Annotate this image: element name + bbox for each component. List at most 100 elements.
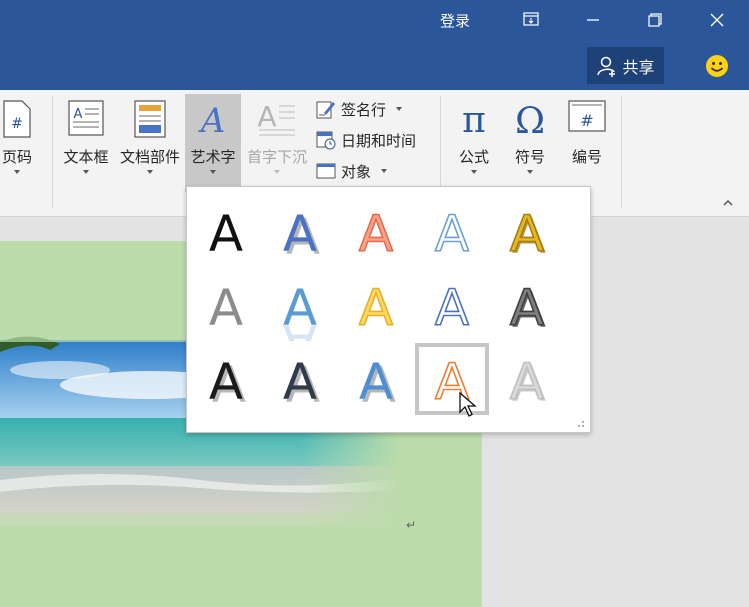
page-number-button[interactable]: # 页码	[0, 94, 40, 186]
close-icon	[710, 13, 724, 27]
svg-text:A: A	[74, 107, 83, 122]
drop-cap-label: 首字下沉	[246, 148, 307, 166]
svg-text:A: A	[209, 205, 243, 263]
wordart-button[interactable]: A 艺术字	[185, 94, 241, 192]
paragraph-mark: ↵	[406, 518, 417, 532]
symbol-label: 符号	[514, 148, 545, 166]
object-button[interactable]: 对象	[316, 159, 388, 183]
svg-text:A: A	[209, 279, 243, 337]
symbol-button[interactable]: Ω 符号	[503, 94, 557, 186]
wordart-letter-icon: AA	[283, 353, 320, 414]
wordart-letter-icon: AA	[359, 353, 396, 414]
number-button[interactable]: # 编号	[560, 94, 614, 186]
restore-icon	[648, 13, 662, 27]
text-box-label: 文本框	[63, 148, 109, 166]
wordart-letter-icon: A	[434, 352, 470, 412]
ribbon-display-options-button[interactable]	[514, 6, 548, 34]
wordart-letter-icon: A	[358, 204, 394, 264]
wordart-style-option[interactable]: AA	[263, 195, 337, 267]
title-bar: 登录 共享	[0, 0, 749, 90]
ribbon-display-icon	[523, 12, 539, 26]
chevron-down-icon	[274, 170, 280, 174]
minimize-icon	[587, 19, 599, 21]
svg-text:A: A	[283, 205, 317, 263]
close-button[interactable]	[700, 6, 734, 34]
wordart-style-option[interactable]: A	[339, 195, 413, 267]
signature-pen-icon	[316, 101, 335, 119]
svg-text:A: A	[510, 353, 544, 411]
restore-button[interactable]	[638, 6, 672, 34]
wordart-letter-icon: AA	[209, 353, 246, 414]
chevron-down-icon	[396, 107, 403, 111]
wordart-style-option[interactable]: A	[415, 269, 489, 341]
object-label: 对象	[341, 162, 372, 181]
quick-parts-button[interactable]: 文档部件	[116, 94, 184, 186]
chevron-down-icon	[527, 170, 533, 174]
add-person-icon	[597, 56, 616, 77]
pi-icon: π	[462, 100, 486, 138]
svg-text:#: #	[11, 116, 23, 132]
wordart-style-option[interactable]: AA	[490, 343, 564, 415]
svg-text:A: A	[257, 100, 276, 133]
wordart-letter-icon: AA	[283, 205, 320, 266]
wordart-icon: A	[198, 101, 226, 138]
share-label: 共享	[622, 57, 655, 77]
text-box-button[interactable]: A 文本框	[58, 94, 114, 186]
collapse-ribbon-icon[interactable]	[722, 198, 734, 208]
wordart-letter-icon: AA	[509, 278, 546, 339]
drop-cap-button[interactable]: A 首字下沉	[243, 94, 311, 186]
wordart-style-option[interactable]: AA	[490, 195, 564, 267]
wordart-style-option[interactable]: A	[415, 195, 489, 267]
smiley-feedback-icon[interactable]	[705, 54, 729, 78]
number-icon: #	[568, 100, 606, 132]
object-icon	[316, 163, 336, 179]
svg-text:A: A	[359, 279, 393, 337]
wordart-style-option[interactable]: A	[189, 195, 263, 267]
wordart-gallery: AAAAAAAAAAAAAAAAAAAAAAA	[186, 186, 591, 433]
wordart-letter-icon: A	[434, 278, 470, 338]
wordart-letter-icon: AA	[509, 204, 546, 265]
mouse-cursor-icon	[459, 392, 477, 417]
omega-icon: Ω	[515, 101, 545, 138]
chevron-down-icon	[210, 170, 216, 174]
svg-text:A: A	[198, 101, 226, 138]
svg-text:A: A	[283, 353, 317, 411]
resize-grip-icon[interactable]	[577, 420, 585, 428]
svg-text:A: A	[359, 205, 393, 263]
wordart-letter-icon: AA	[509, 352, 546, 413]
chevron-down-icon	[147, 170, 153, 174]
wordart-style-option[interactable]: AA	[263, 343, 337, 415]
svg-text:A: A	[435, 205, 469, 263]
minimize-button[interactable]	[576, 6, 610, 34]
chevron-down-icon	[83, 170, 89, 174]
wordart-style-option[interactable]: A	[189, 269, 263, 341]
wordart-letter-icon: A	[434, 204, 470, 264]
share-button[interactable]: 共享	[587, 47, 664, 84]
wordart-style-option[interactable]: A	[339, 269, 413, 341]
signature-line-button[interactable]: 签名行	[316, 97, 403, 121]
quick-parts-label: 文档部件	[119, 148, 180, 166]
date-time-button[interactable]: 日期和时间	[316, 128, 416, 152]
wordart-style-option[interactable]: A	[415, 343, 489, 415]
number-label: 编号	[571, 148, 602, 166]
wordart-style-option[interactable]: AA	[339, 343, 413, 415]
equation-label: 公式	[458, 148, 489, 166]
page-number-icon: #	[3, 100, 31, 138]
wordart-style-option[interactable]: AA	[189, 343, 263, 415]
wordart-label: 艺术字	[190, 148, 236, 166]
wordart-style-option[interactable]: AA	[263, 269, 337, 341]
login-link[interactable]: 登录	[440, 10, 470, 31]
wordart-style-option[interactable]: AA	[490, 269, 564, 341]
calendar-clock-icon	[316, 131, 336, 150]
svg-text:Ω: Ω	[515, 101, 545, 138]
wordart-letter-icon: A	[358, 278, 394, 338]
svg-text:A: A	[283, 279, 317, 337]
wordart-letter-icon: A	[209, 205, 243, 263]
chevron-down-icon	[381, 169, 388, 173]
chevron-down-icon	[471, 170, 477, 174]
equation-button[interactable]: π 公式	[447, 94, 501, 186]
svg-text:A: A	[510, 279, 544, 337]
date-time-label: 日期和时间	[341, 131, 417, 150]
quick-parts-icon	[134, 100, 166, 138]
svg-text:#: #	[580, 111, 593, 130]
